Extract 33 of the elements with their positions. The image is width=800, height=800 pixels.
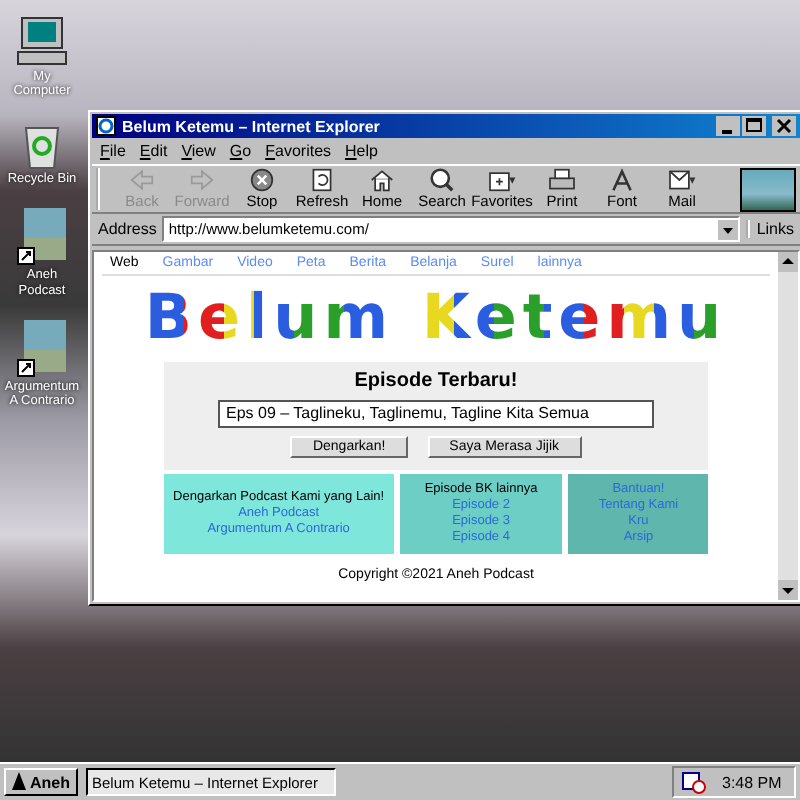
scroll-bar[interactable] xyxy=(778,252,798,600)
menu-item[interactable]: Help xyxy=(345,142,378,160)
picture-shortcut-icon[interactable] xyxy=(16,206,68,267)
search-field[interactable]: Eps 09 – Taglineku, Taglinemu, Tagline Kita Semua xyxy=(218,399,654,428)
picture-shortcut-icon[interactable] xyxy=(16,317,68,378)
stop-icon[interactable] xyxy=(248,168,276,192)
section-heading: Episode Terbaru! xyxy=(354,369,518,392)
clock: 3:48 PM xyxy=(722,773,782,791)
maximize-icon[interactable] xyxy=(742,116,766,136)
browser-page-icon xyxy=(96,116,116,136)
computer-icon[interactable] xyxy=(16,16,68,68)
window-title: Belum Ketemu – Internet Explorer xyxy=(122,117,382,135)
close-icon[interactable] xyxy=(772,116,796,136)
start-button[interactable]: Aneh xyxy=(4,768,78,796)
refresh-icon[interactable] xyxy=(308,168,336,192)
printer-icon[interactable] xyxy=(548,168,576,192)
home-icon[interactable] xyxy=(368,168,396,192)
favorites-folder-icon[interactable] xyxy=(488,168,516,192)
menu-item[interactable]: Edit xyxy=(139,142,168,160)
scroll-up-icon[interactable] xyxy=(778,252,798,272)
minimize-icon[interactable] xyxy=(716,116,740,136)
menu-item[interactable]: File xyxy=(100,142,126,160)
menu-item[interactable]: Favorites xyxy=(265,142,332,160)
search-icon[interactable] xyxy=(428,168,456,192)
menu-item[interactable]: View xyxy=(181,142,216,160)
font-icon[interactable] xyxy=(608,168,636,192)
logo-photo-placeholder xyxy=(740,167,796,211)
address-label: Address xyxy=(98,220,157,238)
links-button[interactable]: Links xyxy=(746,220,794,238)
mail-icon[interactable] xyxy=(668,168,696,192)
scroll-down-icon[interactable] xyxy=(778,580,798,600)
tree-icon xyxy=(12,772,26,792)
menu-item[interactable]: Go xyxy=(229,142,252,160)
